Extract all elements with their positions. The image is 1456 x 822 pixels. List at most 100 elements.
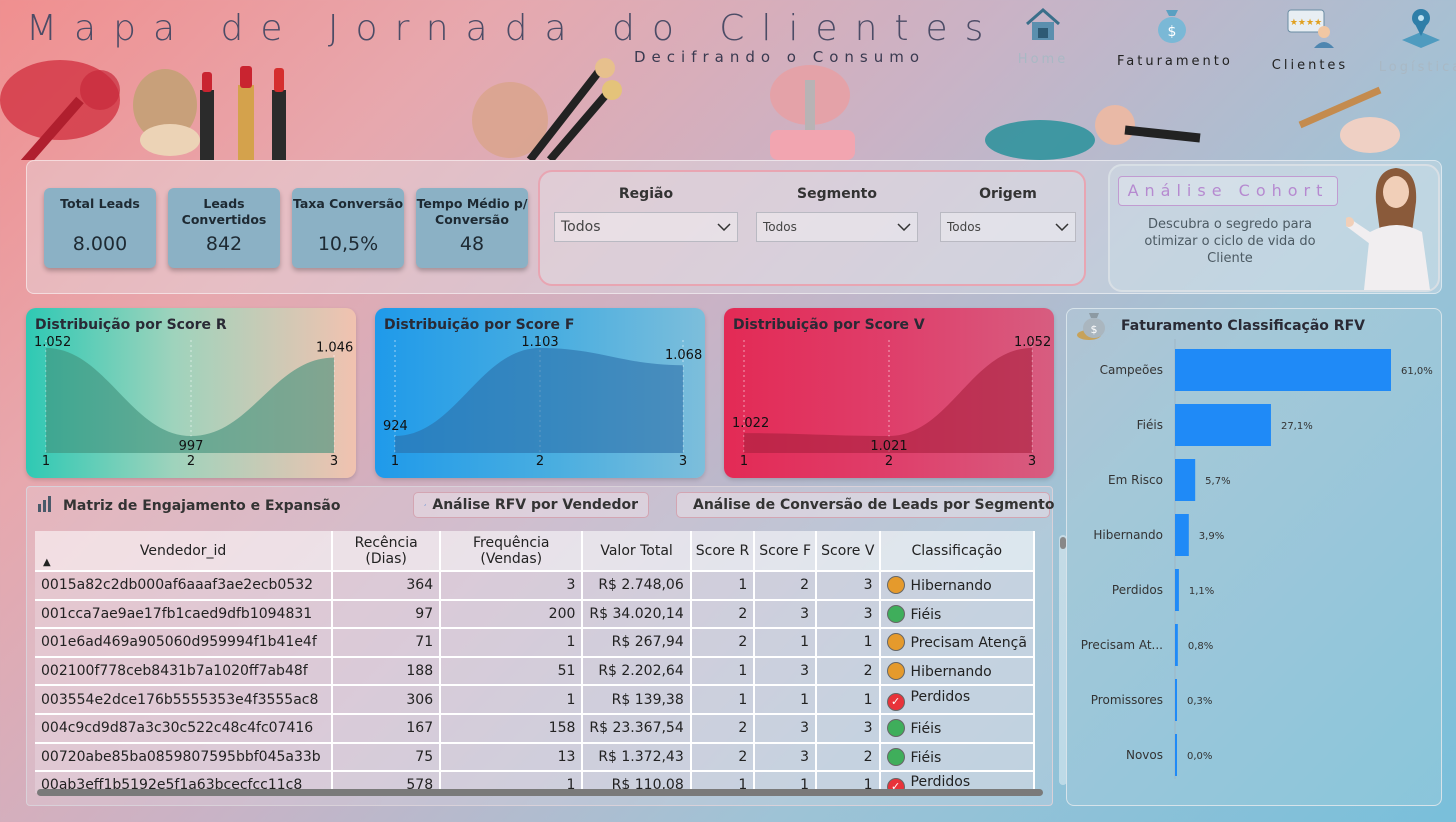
table-cell: 2 bbox=[690, 742, 756, 773]
bar[interactable] bbox=[1175, 679, 1177, 721]
bar[interactable] bbox=[1175, 404, 1271, 446]
filter-segmento-dropdown[interactable]: Todos bbox=[756, 212, 918, 242]
data-label: 3,9% bbox=[1199, 531, 1224, 542]
table-cell: 1 bbox=[440, 628, 584, 658]
column-header[interactable]: Vendedor_id ▲ bbox=[35, 531, 334, 572]
table-row[interactable]: 003554e2dce176b5555353e4f3555ac8 306 1 R$ 1… bbox=[35, 685, 1035, 715]
nav-logistica-label: Logística bbox=[1378, 60, 1456, 75]
rfv-bar-chart: Campeões 61,0% Fiéis 27,1% Em Risco 5,7% Hiber… bbox=[1081, 339, 1433, 779]
nav-faturamento[interactable]: $ Faturamento bbox=[1117, 6, 1230, 69]
table-cell: 3 bbox=[440, 571, 584, 601]
nav-home[interactable]: Home bbox=[988, 6, 1098, 67]
kpi-label: Taxa Conversão bbox=[292, 196, 404, 211]
table-cell: 1 bbox=[440, 685, 584, 715]
nav-clientes[interactable]: ★★★★ Clientes bbox=[1255, 6, 1365, 73]
column-header[interactable]: Score R bbox=[690, 531, 756, 572]
data-label: 1,1% bbox=[1189, 586, 1214, 597]
table-row[interactable]: 004c9cd9d87a3c30c522c48c4fc07416 167 158 R$… bbox=[35, 713, 1035, 744]
conversao-por-segmento-button[interactable]: Análise de Conversão de Leads por Segmen… bbox=[676, 492, 1054, 518]
table-cell: Fiéis bbox=[879, 713, 1035, 744]
table-cell: Fiéis bbox=[879, 742, 1035, 773]
chevron-down-icon bbox=[897, 223, 911, 231]
kpi-tempo-medio: Tempo Médio p/ Conversão 48 bbox=[416, 188, 528, 268]
table-cell: 3 bbox=[754, 599, 818, 630]
data-label: 1.022 bbox=[732, 416, 769, 431]
status-dot-icon: ✓ bbox=[886, 692, 905, 711]
bar[interactable] bbox=[1175, 569, 1179, 611]
kpi-value: 48 bbox=[459, 233, 485, 255]
status-dot-icon bbox=[886, 604, 905, 623]
table-cell: 167 bbox=[332, 713, 442, 744]
data-label: 27,1% bbox=[1281, 421, 1313, 432]
table-cell: Hibernando bbox=[879, 571, 1035, 601]
chart-title: Distribuição por Score V bbox=[733, 317, 925, 333]
cohort-description: Descubra o segredo para otimizar o ciclo… bbox=[1144, 217, 1316, 266]
filter-value: Todos bbox=[763, 220, 797, 234]
customer-rating-icon: ★★★★ bbox=[1287, 9, 1334, 48]
column-header[interactable]: Valor Total bbox=[582, 531, 692, 572]
status-dot-icon bbox=[886, 576, 905, 595]
nav-logistica[interactable]: Logística bbox=[1366, 6, 1456, 75]
column-header[interactable]: Recência (Dias) bbox=[332, 531, 442, 572]
matrix-title: Matriz de Engajamento e Expansão bbox=[63, 498, 341, 514]
column-header[interactable]: Classificação bbox=[879, 531, 1035, 572]
filter-value: Todos bbox=[561, 219, 601, 235]
makeup-decoration-left bbox=[0, 60, 286, 160]
table-horizontal-scrollbar[interactable] bbox=[37, 789, 1043, 796]
table-row[interactable]: 002100f778ceb8431b7a1020ff7ab48f 188 51 R$ … bbox=[35, 656, 1035, 687]
table-row[interactable]: 00720abe85ba0859807595bbf045a33b 75 13 R$ 1… bbox=[35, 742, 1035, 773]
score-f-area-chart: 924 1 1.103 2 1.068 3 bbox=[383, 335, 702, 469]
rfv-por-vendedor-button[interactable]: Análise RFV por Vendedor bbox=[413, 492, 649, 518]
table-cell: 003554e2dce176b5555353e4f3555ac8 bbox=[35, 685, 334, 715]
column-header[interactable]: Frequência (Vendas) bbox=[440, 531, 584, 572]
column-header[interactable]: Score V bbox=[816, 531, 881, 572]
table-cell: 1 bbox=[754, 628, 818, 658]
kpi-leads-convertidos: Leads Convertidos 842 bbox=[168, 188, 280, 268]
map-pin-icon bbox=[1402, 9, 1440, 48]
table-cell: R$ 2.202,64 bbox=[582, 656, 692, 687]
category-label: Hibernando bbox=[1093, 528, 1163, 542]
table-cell: 001e6ad469a905060d959994f1b41e4f bbox=[35, 628, 334, 658]
table-cell: 002100f778ceb8431b7a1020ff7ab48f bbox=[35, 656, 334, 687]
table-cell: 306 bbox=[332, 685, 442, 715]
chart-score-v: Distribuição por Score V 1.022 1 1.021 2 1.0… bbox=[724, 308, 1054, 478]
data-label: 1.103 bbox=[521, 335, 558, 350]
woman-presenting-image bbox=[1346, 168, 1430, 290]
table-row[interactable]: 001e6ad469a905060d959994f1b41e4f 71 1 R$ 26… bbox=[35, 628, 1035, 658]
bar[interactable] bbox=[1175, 514, 1189, 556]
status-dot-icon bbox=[886, 719, 905, 738]
table-row[interactable]: 001cca7ae9ae17fb1caed9dfb1094831 97 200 R$ … bbox=[35, 599, 1035, 630]
table-cell: R$ 23.367,54 bbox=[582, 713, 692, 744]
data-label: 0,0% bbox=[1187, 751, 1212, 762]
bar[interactable] bbox=[1175, 734, 1177, 776]
table-cell: 158 bbox=[440, 713, 584, 744]
x-tick-label: 2 bbox=[885, 454, 893, 469]
table-row[interactable]: 0015a82c2db000af6aaaf3ae2ecb0532 364 3 R$ 2… bbox=[35, 571, 1035, 601]
status-dot-icon bbox=[886, 662, 905, 681]
data-label: 1.052 bbox=[34, 335, 71, 350]
chevron-down-icon bbox=[717, 223, 731, 231]
button-label: Análise de Conversão de Leads por Segmen… bbox=[693, 497, 1055, 513]
bar[interactable] bbox=[1175, 624, 1178, 666]
category-label: Perdidos bbox=[1112, 583, 1163, 597]
bar[interactable] bbox=[1175, 349, 1391, 391]
table-cell: 1 bbox=[690, 685, 756, 715]
table-cell: R$ 2.748,06 bbox=[582, 571, 692, 601]
filter-regiao-dropdown[interactable]: Todos bbox=[554, 212, 738, 242]
cohort-button[interactable]: Análise Cohort bbox=[1118, 176, 1338, 206]
button-label: Análise RFV por Vendedor bbox=[432, 497, 638, 513]
x-tick-label: 1 bbox=[42, 454, 50, 469]
table-cell: 0015a82c2db000af6aaaf3ae2ecb0532 bbox=[35, 571, 334, 601]
chart-score-f: Distribuição por Score F 924 1 1.103 2 1.068… bbox=[375, 308, 705, 478]
filter-value: Todos bbox=[947, 220, 981, 234]
table-cell: Precisam Atençã bbox=[879, 628, 1035, 658]
filter-origem-dropdown[interactable]: Todos bbox=[940, 212, 1076, 242]
kpi-value: 10,5% bbox=[317, 233, 379, 255]
table-cell: R$ 139,38 bbox=[582, 685, 692, 715]
bar[interactable] bbox=[1175, 459, 1196, 501]
nav-clientes-label: Clientes bbox=[1271, 58, 1349, 73]
table-cell: 00720abe85ba0859807595bbf045a33b bbox=[35, 742, 334, 773]
column-header[interactable]: Score F bbox=[754, 531, 818, 572]
kpi-label: Leads Convertidos bbox=[181, 196, 267, 227]
table-cell: 2 bbox=[690, 713, 756, 744]
